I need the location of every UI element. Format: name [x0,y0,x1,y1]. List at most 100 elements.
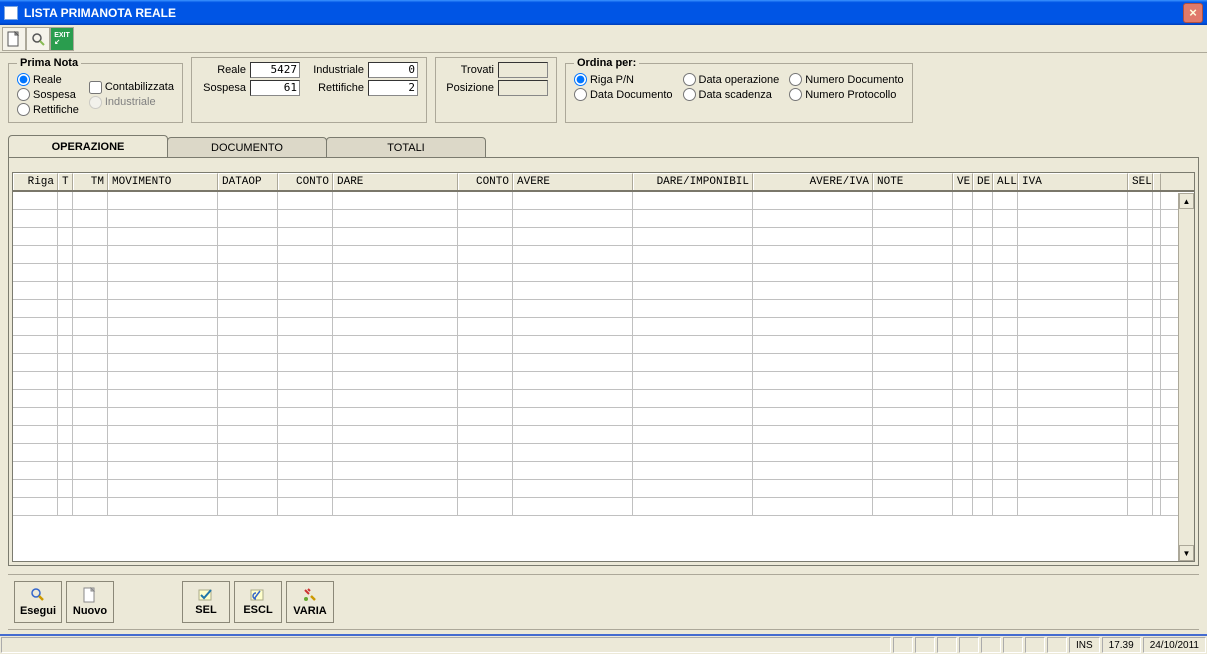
col-conto[interactable]: CONTO [278,173,333,190]
tab-totali[interactable]: TOTALI [326,137,486,157]
tools-icon [302,587,318,603]
radio-data-op[interactable]: Data operazione [683,73,780,86]
counts-group: Reale 5427 Sospesa 61 Industriale 0 Rett… [191,57,427,123]
tab-strip: OPERAZIONE DOCUMENTO TOTALI [0,135,1207,157]
col-avere-iva[interactable]: AVERE/IVA [753,173,873,190]
scroll-down-icon[interactable]: ▼ [1179,545,1194,561]
status-bar: INS 17.39 24/10/2011 [0,634,1207,654]
table-row[interactable] [13,318,1194,336]
radio-rettifiche[interactable]: Rettifiche [17,103,79,116]
table-row[interactable] [13,426,1194,444]
col-iva[interactable]: IVA [1018,173,1128,190]
col-de[interactable]: DE [973,173,993,190]
col-sel[interactable]: SEL [1128,173,1153,190]
check-contabilizzata[interactable]: Contabilizzata [89,81,174,94]
status-slot8 [1047,637,1067,653]
col-dare-imponibil[interactable]: DARE/IMPONIBIL [633,173,753,190]
col-avere[interactable]: AVERE [513,173,633,190]
exit-icon: EXIT↙ [54,32,70,46]
scroll-up-icon[interactable]: ▲ [1179,193,1194,209]
table-row[interactable] [13,444,1194,462]
val-reale: 5427 [250,62,300,78]
grid-header: Riga T TM MOVIMENTO DATAOP CONTO DARE CO… [13,173,1194,192]
status-slot4 [959,637,979,653]
val-sospesa: 61 [250,80,300,96]
col-tm[interactable]: TM [73,173,108,190]
varia-button[interactable]: VARIA [286,581,334,623]
window-title: LISTA PRIMANOTA REALE [24,6,1183,20]
table-row[interactable] [13,462,1194,480]
app-icon [4,6,18,20]
radio-num-prot[interactable]: Numero Protocollo [789,88,903,101]
lbl-rettifiche: Rettifiche [308,82,364,94]
run-icon [30,587,46,603]
esegui-button[interactable]: Esegui [14,581,62,623]
table-row[interactable] [13,228,1194,246]
col-all[interactable]: ALL [993,173,1018,190]
grid-body[interactable] [13,192,1194,561]
table-row[interactable] [13,408,1194,426]
table-row[interactable] [13,282,1194,300]
tab-operazione[interactable]: OPERAZIONE [8,135,168,157]
radio-riga[interactable]: Riga P/N [574,73,673,86]
bottom-bar: Esegui Nuovo SEL ESCL VARIA [8,574,1199,630]
check-icon [198,588,214,602]
exit-button[interactable]: EXIT↙ [50,27,74,51]
table-row[interactable] [13,264,1194,282]
ordina-legend: Ordina per: [574,57,639,69]
lbl-posizione: Posizione [444,82,494,94]
col-t[interactable]: T [58,173,73,190]
table-row[interactable] [13,300,1194,318]
new-doc-button[interactable] [2,27,26,51]
close-button[interactable]: × [1183,3,1203,23]
table-row[interactable] [13,354,1194,372]
radio-reale[interactable]: Reale [17,73,79,86]
val-posizione [498,80,548,96]
new-icon [83,587,97,603]
col-movimento[interactable]: MOVIMENTO [108,173,218,190]
col-ve[interactable]: VE [953,173,973,190]
sel-button[interactable]: SEL [182,581,230,623]
trovati-group: Trovati Posizione [435,57,557,123]
scroll-track[interactable] [1179,209,1194,545]
status-slot2 [915,637,935,653]
col-note[interactable]: NOTE [873,173,953,190]
table-row[interactable] [13,210,1194,228]
table-row[interactable] [13,390,1194,408]
status-ins: INS [1069,637,1100,653]
lbl-sospesa: Sospesa [200,82,246,94]
col-conto2[interactable]: CONTO [458,173,513,190]
prima-nota-group: Prima Nota Reale Sospesa Rettifiche Cont… [8,57,183,123]
table-row[interactable] [13,192,1194,210]
lbl-trovati: Trovati [444,64,494,76]
val-industriale: 0 [368,62,418,78]
nuovo-button[interactable]: Nuovo [66,581,114,623]
status-time: 17.39 [1102,637,1141,653]
lbl-reale: Reale [200,64,246,76]
table-row[interactable] [13,336,1194,354]
exclude-icon [250,588,266,602]
radio-num-doc[interactable]: Numero Documento [789,73,903,86]
col-riga[interactable]: Riga [13,173,58,190]
col-dataop[interactable]: DATAOP [218,173,278,190]
title-bar: LISTA PRIMANOTA REALE × [0,0,1207,25]
val-trovati [498,62,548,78]
table-row[interactable] [13,480,1194,498]
grid-container: Riga T TM MOVIMENTO DATAOP CONTO DARE CO… [8,157,1199,566]
radio-data-scad[interactable]: Data scadenza [683,88,780,101]
prima-nota-legend: Prima Nota [17,57,81,69]
tab-documento[interactable]: DOCUMENTO [167,137,327,157]
ordina-group: Ordina per: Riga P/N Data Documento Data… [565,57,913,123]
col-dare[interactable]: DARE [333,173,458,190]
table-row[interactable] [13,246,1194,264]
radio-data-doc[interactable]: Data Documento [574,88,673,101]
table-row[interactable] [13,498,1194,516]
status-slot5 [981,637,1001,653]
radio-industriale: Industriale [89,96,174,109]
search-button[interactable] [26,27,50,51]
table-row[interactable] [13,372,1194,390]
vertical-scrollbar[interactable]: ▲ ▼ [1178,193,1194,561]
escl-button[interactable]: ESCL [234,581,282,623]
radio-sospesa[interactable]: Sospesa [17,88,79,101]
status-slot1 [893,637,913,653]
